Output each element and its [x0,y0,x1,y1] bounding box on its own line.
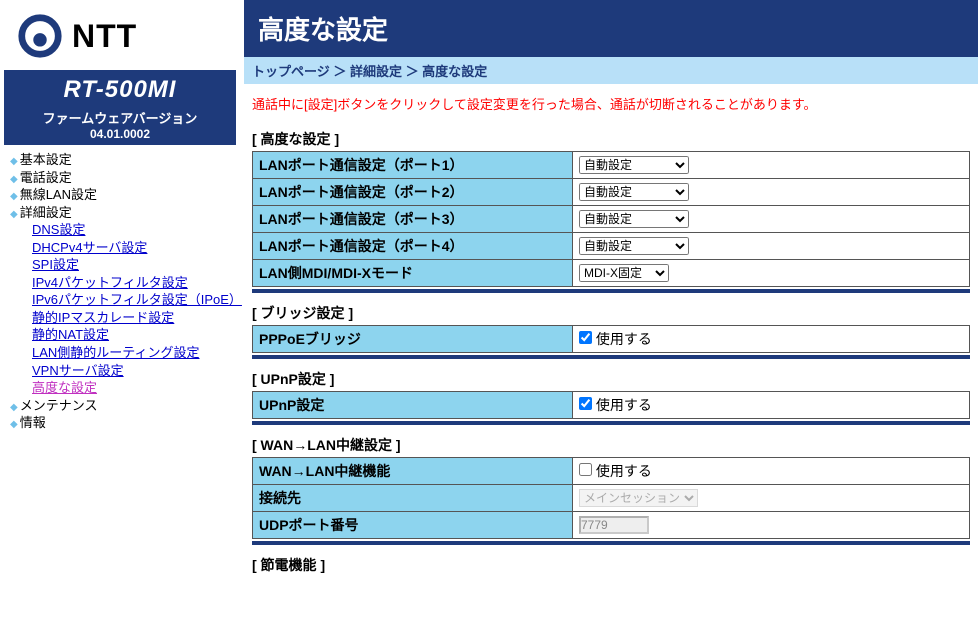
label-port2: LANポート通信設定（ポート2） [253,179,573,206]
breadcrumb: トップページ ＞ 詳細設定 ＞ 高度な設定 [244,57,978,84]
main-content: 高度な設定 トップページ ＞ 詳細設定 ＞ 高度な設定 通話中に[設定]ボタンを… [240,0,978,577]
label-upnp: UPnP設定 [253,392,573,419]
nav-sub-ipv4pf[interactable]: IPv4パケットフィルタ設定 [32,274,236,292]
select-port2[interactable]: 自動設定 [579,183,689,201]
label-udpport: UDPポート番号 [253,512,573,539]
nav-phone[interactable]: 電話設定 [10,169,236,187]
table-wanlan: WAN→LAN中継機能 使用する 接続先 メインセッション UDPポート番号 [252,457,970,539]
separator [252,421,970,425]
select-port4[interactable]: 自動設定 [579,237,689,255]
label-port1: LANポート通信設定（ポート1） [253,152,573,179]
checklabel-pppoe: 使用する [596,331,652,347]
select-dest: メインセッション [579,489,698,507]
nav-advanced[interactable]: 詳細設定 [10,204,236,222]
label-dest: 接続先 [253,485,573,512]
separator [252,541,970,545]
nav-sub-vpn[interactable]: VPNサーバ設定 [32,362,236,380]
firmware-version: 04.01.0002 [4,127,236,141]
table-adv: LANポート通信設定（ポート1） 自動設定 LANポート通信設定（ポート2） 自… [252,151,970,287]
nav-maint[interactable]: メンテナンス [10,397,236,415]
brand-name: NTT [72,18,137,55]
select-port3[interactable]: 自動設定 [579,210,689,228]
label-port3: LANポート通信設定（ポート3） [253,206,573,233]
checklabel-upnp: 使用する [596,397,652,413]
label-pppoe: PPPoEブリッジ [253,326,573,353]
select-mdix[interactable]: MDI-X固定 [579,264,669,282]
table-bridge: PPPoEブリッジ 使用する [252,325,970,353]
nav-sub-dns[interactable]: DNS設定 [32,221,236,239]
checklabel-relay: 使用する [596,463,652,479]
section-head-power: [ 節電機能 ] [252,555,978,575]
nav-info[interactable]: 情報 [10,414,236,432]
logo-area: NTT [4,12,236,60]
section-head-adv: [ 高度な設定 ] [252,129,978,149]
label-port4: LANポート通信設定（ポート4） [253,233,573,260]
firmware-label: ファームウェアバージョン [4,108,236,127]
nav-sub-snat[interactable]: 静的NAT設定 [32,326,236,344]
checkbox-pppoe[interactable] [579,331,592,344]
section-head-upnp: [ UPnP設定 ] [252,369,978,389]
separator [252,355,970,359]
nav-sub-adv[interactable]: 高度な設定 [32,379,236,397]
select-port1[interactable]: 自動設定 [579,156,689,174]
nav-menu: 基本設定 電話設定 無線LAN設定 詳細設定 DNS設定 DHCPv4サーバ設定… [4,151,236,432]
warning-text: 通話中に[設定]ボタンをクリックして設定変更を行った場合、通話が切断されることが… [244,84,978,119]
model-name: RT-500MI [4,76,236,104]
table-upnp: UPnP設定 使用する [252,391,970,419]
sidebar: NTT RT-500MI ファームウェアバージョン 04.01.0002 基本設… [0,0,240,577]
nav-sub-ipmasq[interactable]: 静的IPマスカレード設定 [32,309,236,327]
input-udpport [579,516,649,534]
nav-sub-dhcpv4[interactable]: DHCPv4サーバ設定 [32,239,236,257]
page-title: 高度な設定 [244,0,978,57]
nav-sub-ipv6pf[interactable]: IPv6パケットフィルタ設定（IPoE） [32,291,236,309]
checkbox-upnp[interactable] [579,397,592,410]
ntt-logo-icon [16,12,64,60]
nav-basic[interactable]: 基本設定 [10,151,236,169]
label-relay: WAN→LAN中継機能 [253,458,573,485]
section-head-wanlan: [ WAN→LAN中継設定 ] [252,435,978,455]
section-head-bridge: [ ブリッジ設定 ] [252,303,978,323]
label-mdix: LAN側MDI/MDI-Xモード [253,260,573,287]
nav-sub-spi[interactable]: SPI設定 [32,256,236,274]
model-box: RT-500MI ファームウェアバージョン 04.01.0002 [4,70,236,145]
nav-wlan[interactable]: 無線LAN設定 [10,186,236,204]
nav-sub-lanroute[interactable]: LAN側静的ルーティング設定 [32,344,236,362]
checkbox-relay[interactable] [579,463,592,476]
separator [252,289,970,293]
